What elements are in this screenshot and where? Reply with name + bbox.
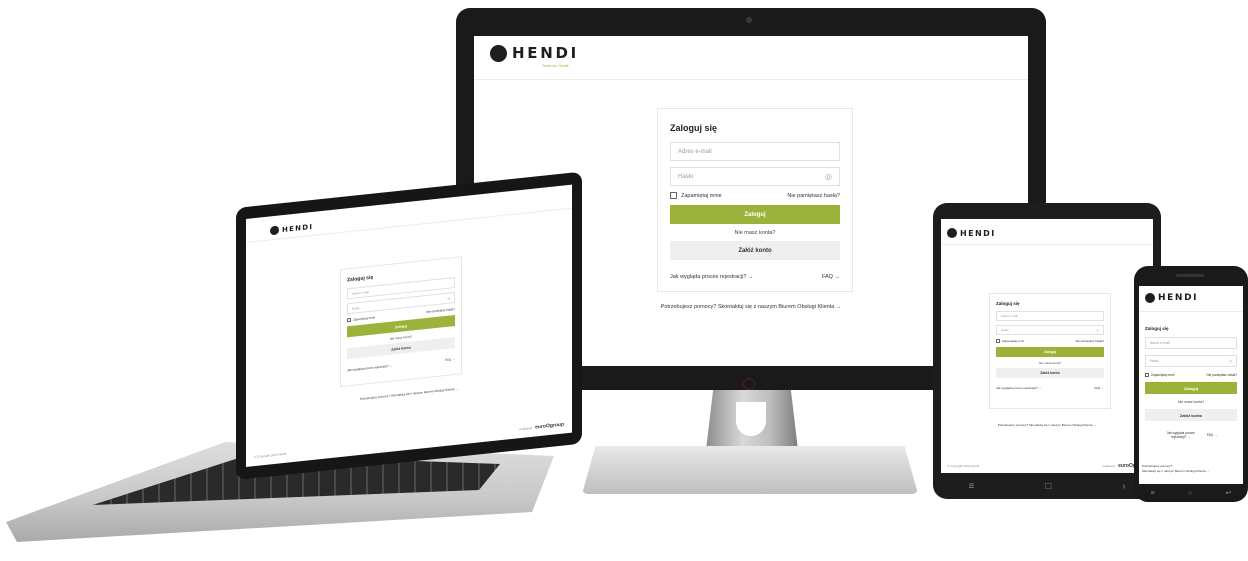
login-card: Zaloguj się Adres e-mail Hasło ◎ Zapamięt… [340,256,462,388]
registration-process-link[interactable]: Jak wygląda proces rejestracji? → [347,364,393,373]
login-options-row: Zapamiętaj mnie Nie pamiętasz hasła? [670,192,840,199]
email-placeholder: Adres e-mail [678,148,712,155]
login-button[interactable]: Zaloguj [1145,382,1237,394]
faq-link[interactable]: FAQ → [1094,386,1104,390]
phone-speaker [1176,274,1204,277]
menu-icon[interactable]: ≡ [1151,490,1155,497]
hendi-logo[interactable]: HENDI [270,222,313,236]
copyright: © Copyright 2022 Hendi [254,451,287,460]
no-account-text: Nie masz konta? [1177,400,1205,404]
monitor-stand-cutout [736,402,766,436]
remember-me-label: Zapamiętaj mnie [681,192,722,199]
login-card: Zaloguj się Adres e-mail Hasło ◎ Zapamięt… [657,108,853,292]
hendi-logo[interactable]: HENDI Tools for Chefs [490,44,579,68]
phone-screen: HENDI Zaloguj się Adres e-mail Hasło ◎ Za… [1139,286,1243,484]
login-options-row: Zapamiętaj mnie Nie pamiętasz hasła? [1145,373,1237,377]
phone-header: HENDI [1139,286,1243,312]
registration-process-link[interactable]: Jak wygląda proces rejestracji? → [1165,431,1197,439]
create-account-button[interactable]: Załóż konto [1145,409,1237,421]
login-button[interactable]: Zaloguj [670,205,840,224]
hendi-logo-icon [490,44,507,62]
tablet-header: HENDI [941,219,1153,245]
help-contact-link[interactable]: Potrzebujesz pomocy? Skontaktuj się z na… [246,375,572,413]
laptop: HENDI Zaloguj się Adres e-mail Hasło ◎ Za… [236,171,582,480]
email-field[interactable]: Adres e-mail [1145,337,1237,349]
footer: © Copyright 2022 Hendi realizacja euroOgr… [947,463,1147,469]
password-field[interactable]: Hasło ◎ [1145,355,1237,367]
brand-name: HENDI [282,222,314,234]
remember-me-checkbox[interactable]: Zapamiętaj mnie [347,315,375,323]
registration-process-link[interactable]: Jak wygląda proces rejestracji? → [670,274,753,280]
eye-icon[interactable]: ◎ [1229,359,1232,363]
password-field[interactable]: Hasło ◎ [670,167,840,186]
back-icon[interactable]: › [1122,481,1125,492]
forgot-password-link[interactable]: Nie pamiętasz hasła? [1207,373,1237,377]
remember-me-checkbox[interactable]: Zapamiętaj mnie [996,339,1024,343]
create-account-button[interactable]: Załóż konto [996,368,1104,378]
faq-link[interactable]: FAQ → [445,357,455,362]
brand-tagline: Tools for Chefs [542,63,569,68]
email-field[interactable]: Adres e-mail [996,311,1104,321]
forgot-password-link[interactable]: Nie pamiętasz hasła? [426,307,455,314]
card-links-row: Jak wygląda proces rejestracji? → FAQ → [347,357,455,372]
footer: © Copyright 2022 Hendi realizacja euroOgr… [254,422,564,461]
agency-credit[interactable]: realizacja euroOgroup [519,422,564,433]
hendi-logo[interactable]: HENDI [1145,293,1198,303]
email-field[interactable]: Adres e-mail [670,142,840,161]
back-icon[interactable]: ↩ [1225,489,1231,497]
login-title: Zaloguj się [670,123,718,133]
remember-me-checkbox[interactable]: Zapamiętaj mnie [670,192,722,199]
hendi-logo-icon [270,225,279,236]
card-links-row: Jak wygląda proces rejestracji? → FAQ → [996,386,1104,390]
login-options-row: Zapamiętaj mnie Nie pamiętasz hasła? [996,339,1104,343]
card-links-row: Jak wygląda proces rejestracji? → FAQ → [1145,431,1237,439]
login-title: Zaloguj się [996,301,1020,306]
no-account-text: Nie masz konta? [734,230,776,236]
login-title: Zaloguj się [1145,326,1169,331]
eye-icon[interactable]: ◎ [825,172,832,181]
password-placeholder: Hasło [678,173,694,180]
no-account-text: Nie masz konta? [1038,361,1062,365]
hendi-logo[interactable]: HENDI [947,228,996,238]
eye-icon[interactable]: ◎ [447,296,450,300]
faq-link[interactable]: FAQ → [1207,433,1217,437]
registration-process-link[interactable]: Jak wygląda proces rejestracji? → [996,386,1042,390]
eye-icon[interactable]: ◎ [1096,328,1099,332]
login-card: Zaloguj się Adres e-mail Hasło ◎ Zapamięt… [989,293,1111,409]
monitor-camera [746,17,752,23]
login-card: Zaloguj się Adres e-mail Hasło ◎ Zapamięt… [1145,326,1237,439]
tablet: HENDI Zaloguj się Adres e-mail Hasło ◎ Za… [933,203,1161,499]
smartphone: HENDI Zaloguj się Adres e-mail Hasło ◎ Za… [1134,266,1248,502]
brand-name: HENDI [1158,293,1199,303]
forgot-password-link[interactable]: Nie pamiętasz hasła? [787,193,840,199]
phone-navbar: ≡ ○ ↩ [1134,484,1248,502]
monitor-stand-base [582,446,918,494]
laptop-header: HENDI [246,184,572,243]
forgot-password-link[interactable]: Nie pamiętasz hasła? [1075,339,1104,343]
password-field[interactable]: Hasło ◎ [996,325,1104,335]
laptop-screen: HENDI Zaloguj się Adres e-mail Hasło ◎ Za… [246,184,572,467]
create-account-button[interactable]: Załóż konto [670,241,840,260]
hendi-logo-icon [947,228,957,238]
brand-name: HENDI [512,44,579,62]
tablet-navbar: ≡ □ › [933,473,1161,499]
hendi-logo-icon [1145,293,1155,303]
help-contact-link[interactable]: Potrzebujesz pomocy? Skontaktuj się z na… [941,423,1153,427]
copyright: © Copyright 2022 Hendi [947,464,980,468]
remember-me-checkbox[interactable]: Zapamiętaj mnie [1145,373,1175,377]
header: HENDI Tools for Chefs [474,36,1028,80]
home-icon[interactable]: ○ [1188,490,1192,497]
card-links-row: Jak wygląda proces rejestracji? → FAQ → [670,274,840,280]
menu-icon[interactable]: ≡ [968,481,974,492]
help-contact-link[interactable]: Potrzebujesz pomocy? Skontaktuj się z na… [1142,464,1240,473]
login-button[interactable]: Zaloguj [996,347,1104,357]
home-icon[interactable]: □ [1045,481,1051,492]
brand-name: HENDI [960,228,996,238]
tablet-screen: HENDI Zaloguj się Adres e-mail Hasło ◎ Za… [941,219,1153,473]
faq-link[interactable]: FAQ → [822,274,840,280]
monitor-power-button [743,378,755,390]
